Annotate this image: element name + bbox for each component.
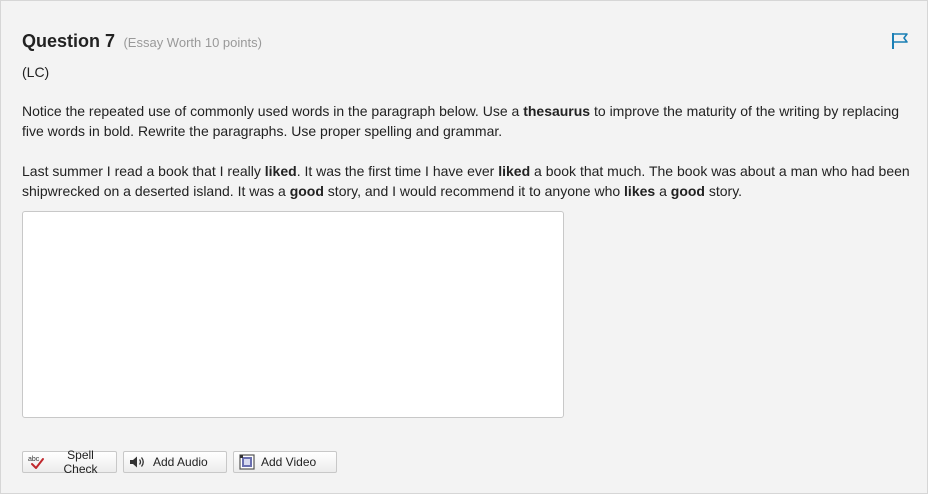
video-icon bbox=[239, 454, 255, 470]
question-card: Question 7 (Essay Worth 10 points) (LC) … bbox=[0, 0, 928, 494]
question-tag: (LC) bbox=[22, 64, 50, 80]
bold-word: liked bbox=[264, 163, 297, 179]
question-worth: (Essay Worth 10 points) bbox=[123, 35, 262, 50]
spell-check-label: Spell Check bbox=[63, 448, 98, 476]
bold-word: good bbox=[289, 183, 324, 199]
add-audio-label: Add Audio bbox=[153, 455, 208, 469]
flag-icon[interactable] bbox=[890, 32, 910, 50]
bold-word: liked bbox=[498, 163, 531, 179]
passage-text: Last summer I read a book that I really … bbox=[22, 163, 910, 199]
question-header: Question 7 (Essay Worth 10 points) bbox=[22, 31, 262, 52]
speaker-icon bbox=[129, 455, 147, 469]
add-audio-button[interactable]: Add Audio bbox=[123, 451, 227, 473]
question-title: Question 7 bbox=[22, 31, 116, 51]
svg-text:abc: abc bbox=[28, 456, 40, 463]
bold-word: good bbox=[670, 183, 705, 199]
spell-check-icon: abc bbox=[28, 454, 48, 470]
essay-answer-field[interactable] bbox=[22, 211, 564, 418]
bold-word: thesaurus bbox=[523, 103, 591, 119]
add-video-button[interactable]: Add Video bbox=[233, 451, 337, 473]
answer-toolbar: abc Spell Check Add Audio Add Video bbox=[22, 448, 337, 476]
bold-word: likes bbox=[624, 183, 656, 199]
instructions-text: Notice the repeated use of commonly used… bbox=[22, 103, 900, 139]
add-video-label: Add Video bbox=[261, 455, 317, 469]
spell-check-button[interactable]: abc Spell Check bbox=[22, 448, 117, 476]
